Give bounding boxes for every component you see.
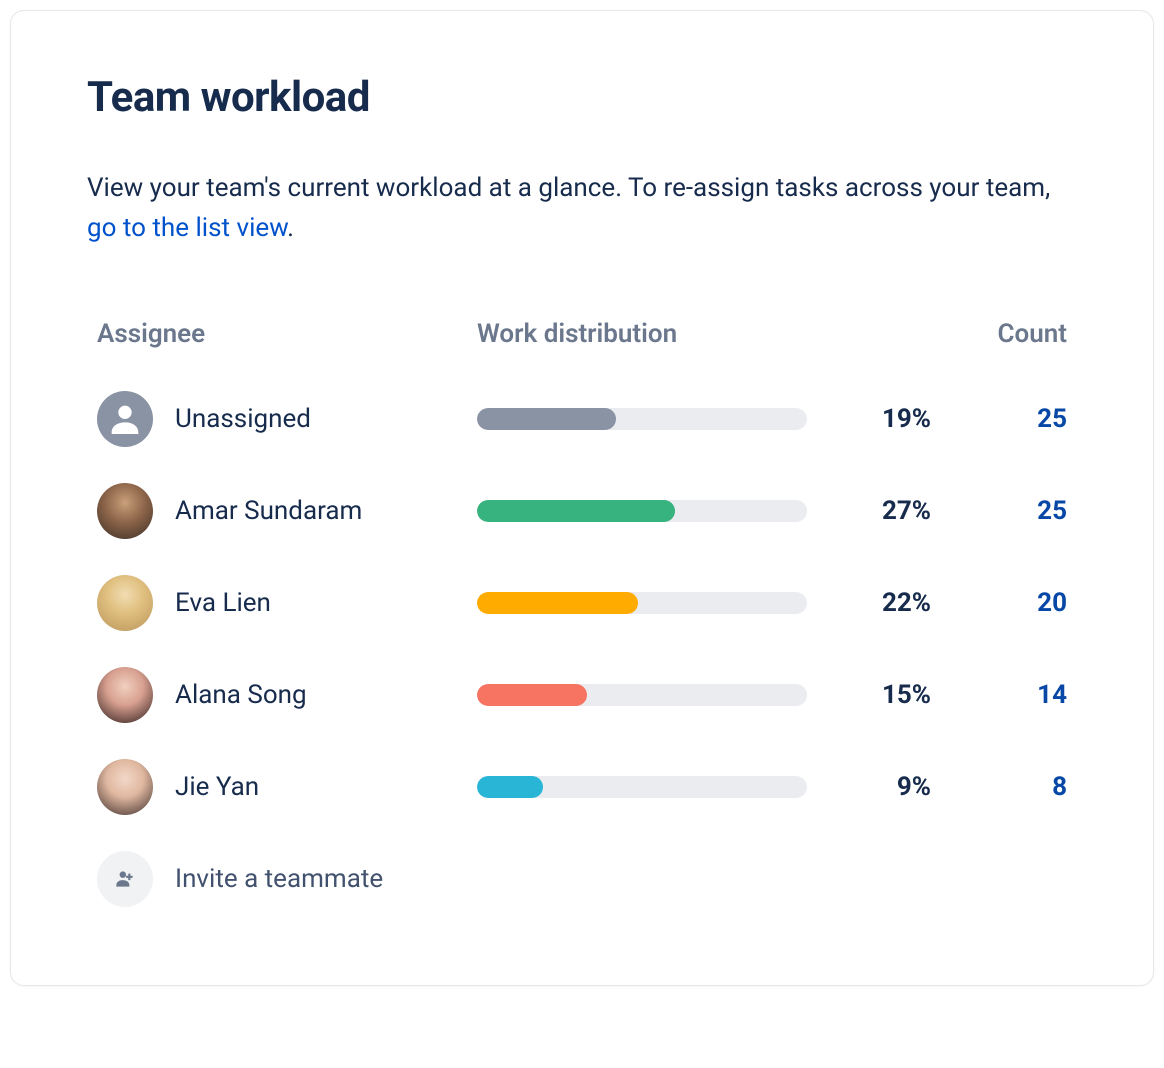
percent-value: 27% [817, 496, 937, 526]
assignee-name: Eva Lien [175, 588, 271, 618]
assignee-name: Jie Yan [175, 772, 259, 802]
avatar [97, 759, 153, 815]
avatar [97, 575, 153, 631]
table-row: Alana Song 15% 14 [87, 649, 1077, 741]
count-link[interactable]: 8 [947, 772, 1067, 802]
distribution-bar-fill [477, 408, 616, 430]
unassigned-avatar-icon [97, 391, 153, 447]
assignee-cell: Unassigned [97, 391, 467, 447]
table-header: Assignee Work distribution Count [87, 319, 1077, 373]
description-suffix: . [287, 213, 294, 243]
percent-value: 15% [817, 680, 937, 710]
percent-value: 19% [817, 404, 937, 434]
col-assignee: Assignee [97, 319, 467, 349]
description-prefix: View your team's current workload at a g… [87, 173, 1050, 203]
percent-value: 9% [817, 772, 937, 802]
distribution-bar [477, 592, 807, 614]
distribution-bar [477, 684, 807, 706]
page-title: Team workload [87, 73, 1077, 122]
list-view-link[interactable]: go to the list view [87, 213, 287, 243]
table-row: Amar Sundaram 27% 25 [87, 465, 1077, 557]
count-link[interactable]: 25 [947, 496, 1067, 526]
invite-teammate-button[interactable]: Invite a teammate [87, 833, 1077, 925]
distribution-bar [477, 500, 807, 522]
table-row: Eva Lien 22% 20 [87, 557, 1077, 649]
avatar [97, 667, 153, 723]
invite-label: Invite a teammate [175, 864, 383, 894]
count-link[interactable]: 20 [947, 588, 1067, 618]
count-link[interactable]: 25 [947, 404, 1067, 434]
team-workload-card: Team workload View your team's current w… [10, 10, 1154, 986]
distribution-bar-fill [477, 592, 638, 614]
distribution-bar [477, 408, 807, 430]
percent-value: 22% [817, 588, 937, 618]
description: View your team's current workload at a g… [87, 168, 1077, 249]
invite-icon [97, 851, 153, 907]
col-count: Count [947, 319, 1067, 349]
assignee-cell: Amar Sundaram [97, 483, 467, 539]
distribution-bar [477, 776, 807, 798]
assignee-cell: Jie Yan [97, 759, 467, 815]
assignee-cell: Alana Song [97, 667, 467, 723]
col-distribution: Work distribution [477, 319, 807, 349]
assignee-name: Alana Song [175, 680, 307, 710]
table-row: Unassigned 19% 25 [87, 373, 1077, 465]
count-link[interactable]: 14 [947, 680, 1067, 710]
assignee-cell: Eva Lien [97, 575, 467, 631]
assignee-name: Unassigned [175, 404, 311, 434]
table-row: Jie Yan 9% 8 [87, 741, 1077, 833]
distribution-bar-fill [477, 500, 675, 522]
rows-container: Unassigned 19% 25 Amar Sundaram 27% 25 Eva Lie… [87, 373, 1077, 833]
distribution-bar-fill [477, 684, 587, 706]
avatar [97, 483, 153, 539]
assignee-name: Amar Sundaram [175, 496, 362, 526]
distribution-bar-fill [477, 776, 543, 798]
